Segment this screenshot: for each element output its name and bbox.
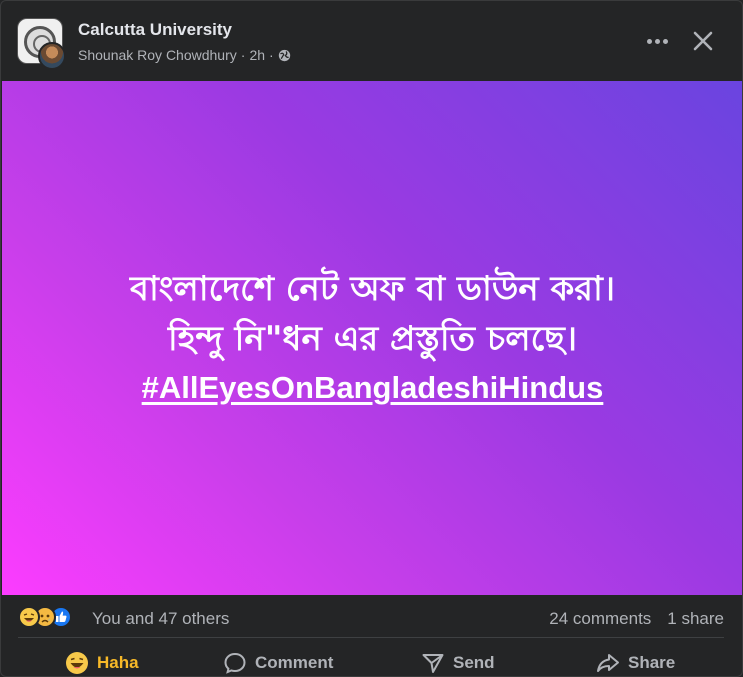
dot-icon [654,38,660,44]
hashtag-link[interactable]: #AllEyesOnBangladeshiHindus [142,364,604,412]
post-stats: You and 47 others 24 comments 1 share [1,595,742,639]
send-label: Send [453,653,495,672]
dot-icon [662,38,668,44]
reaction-icons[interactable] [18,606,72,628]
share-button[interactable]: Share [596,651,675,675]
author-avatar[interactable] [38,42,66,70]
divider [18,637,724,638]
globe-icon [278,49,290,61]
comment-button[interactable]: Comment [223,651,333,675]
react-label: Haha [97,653,139,672]
post-text-line-2: হিন্দু নি"ধন এর প্রস্তুতি চলছে। [167,319,578,359]
meta-separator: · [240,47,246,63]
post-text-line-1: বাংলাদেশে নেট অফ বা ডাউন করা। [130,269,615,309]
react-button[interactable]: Haha [65,651,139,675]
comment-icon [224,652,246,674]
comments-count[interactable]: 24 comments [549,609,651,629]
engagement-counts: 24 comments 1 share [549,609,724,629]
close-icon[interactable] [685,23,721,59]
shares-count[interactable]: 1 share [667,609,724,629]
haha-reaction-icon [18,606,40,628]
post-time[interactable]: 2h [249,47,265,63]
author-name[interactable]: Shounak Roy Chowdhury [78,47,237,63]
comment-label: Comment [255,653,334,672]
post-dialog: Calcutta University Shounak Roy Chowdhur… [0,0,743,677]
send-button[interactable]: Send [421,651,495,675]
send-icon [422,654,444,673]
share-label: Share [628,653,676,672]
post-meta: Shounak Roy Chowdhury · 2h · [78,47,291,63]
share-icon [597,654,619,672]
action-bar: Haha Comment Send Share [1,641,742,676]
reactors-summary[interactable]: You and 47 others [92,609,229,629]
more-options-button[interactable] [639,25,675,57]
haha-emoji-icon [66,652,88,674]
post-text-background: বাংলাদেশে নেট অফ বা ডাউন করা। হিন্দু নি"… [2,81,742,595]
post-header: Calcutta University Shounak Roy Chowdhur… [1,1,742,81]
meta-separator: · [269,47,274,63]
group-name[interactable]: Calcutta University [78,20,232,40]
dot-icon [646,38,652,44]
